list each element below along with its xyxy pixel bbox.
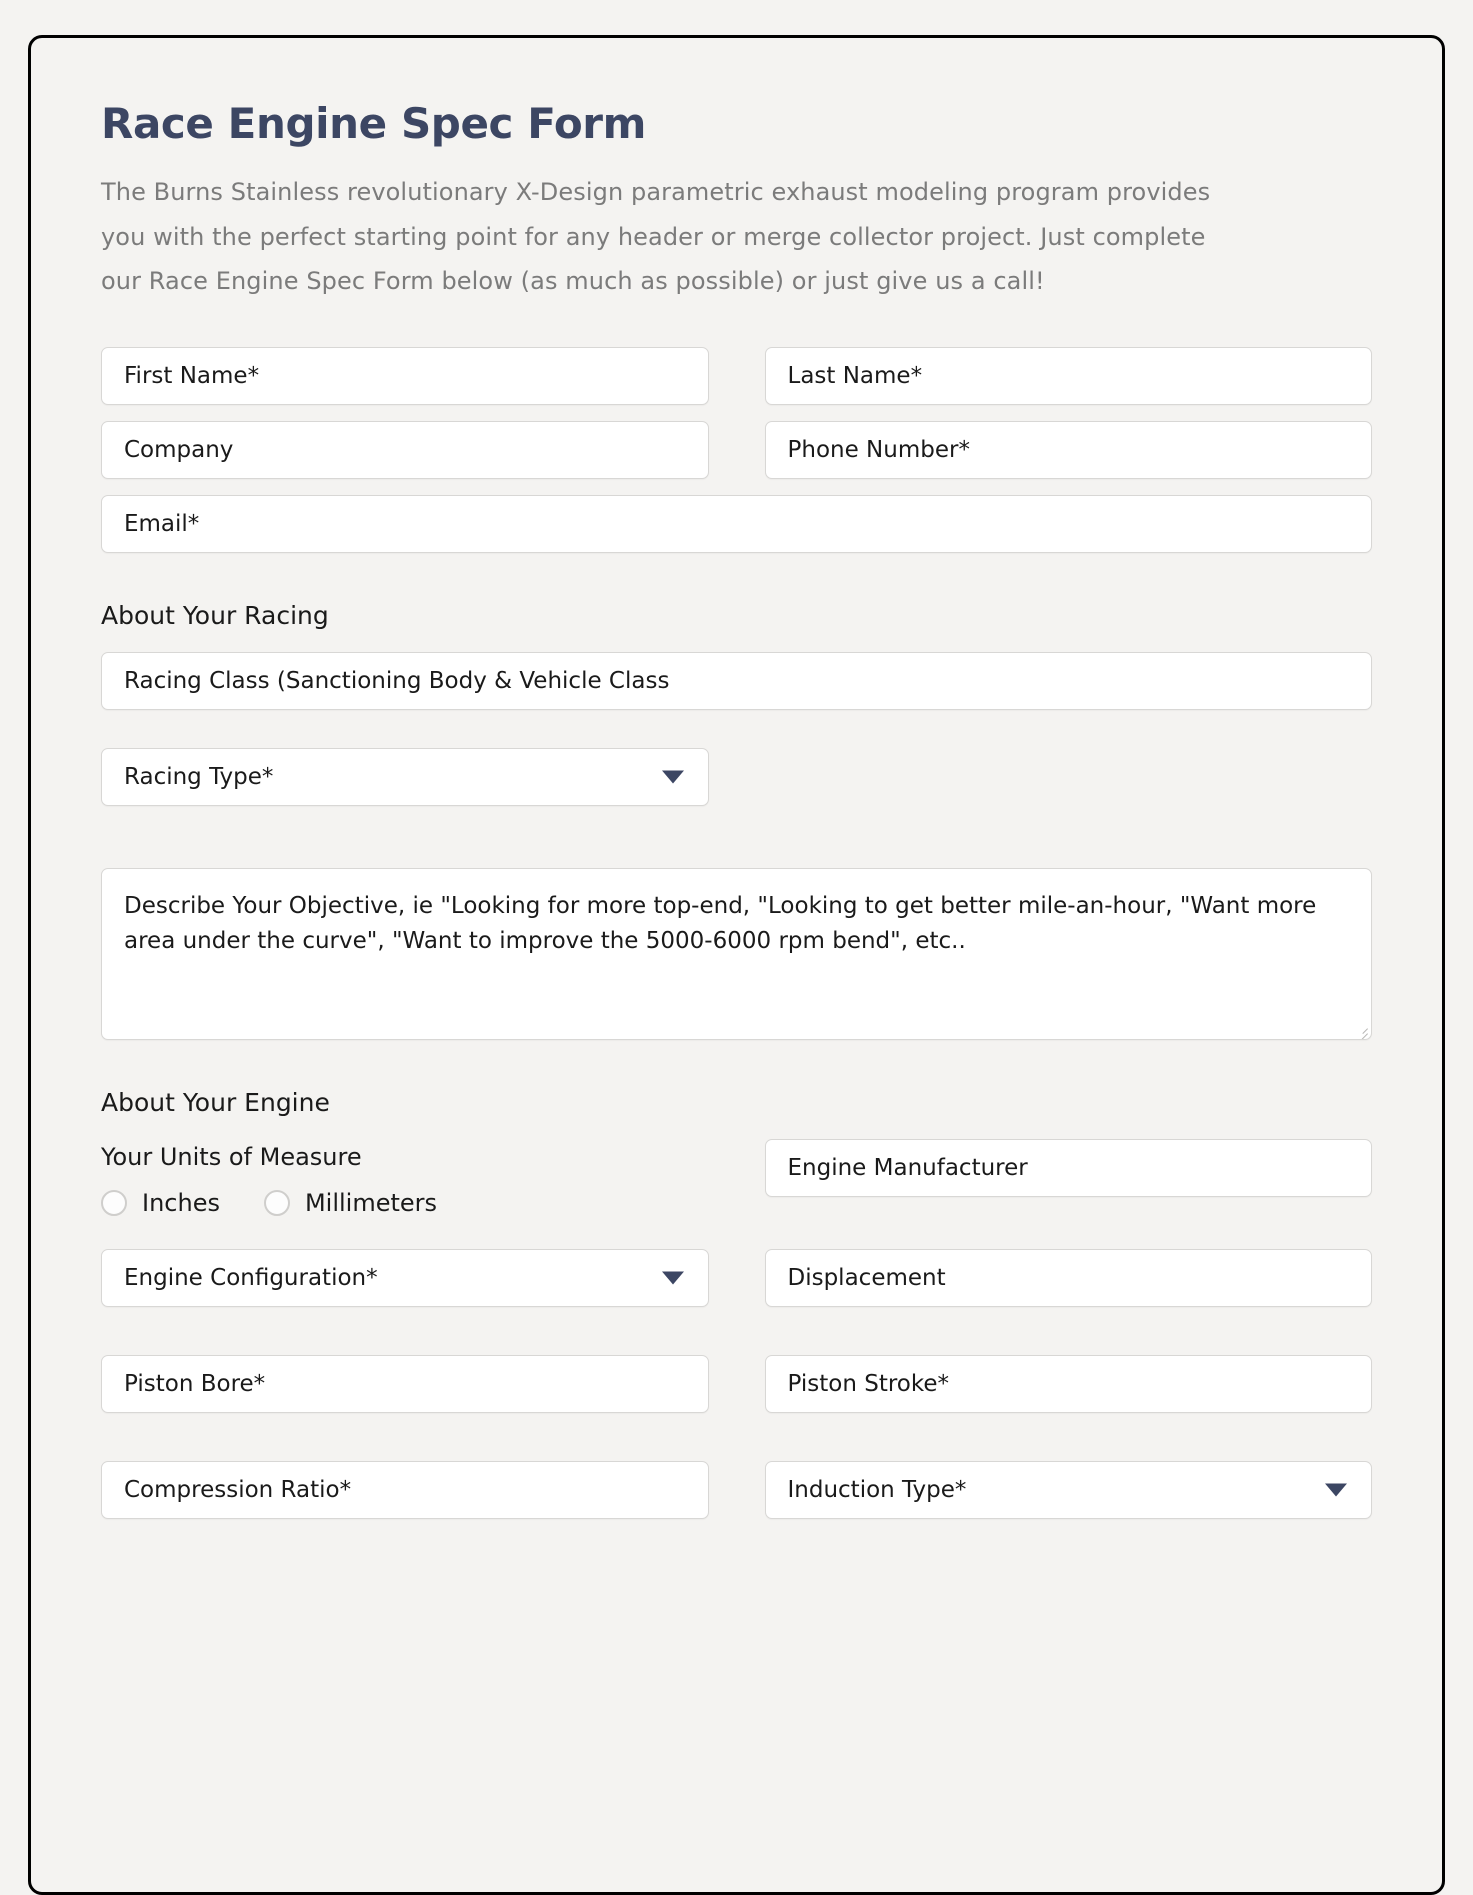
resize-handle-icon[interactable]	[1354, 1022, 1368, 1040]
radio-circle-icon[interactable]	[263, 1190, 290, 1217]
displacement-col: Displacement	[764, 1249, 1372, 1308]
racing-class-placeholder: Racing Class (Sanctioning Body & Vehicle…	[124, 668, 670, 695]
engine-configuration-select[interactable]: Engine Configuration*	[101, 1249, 709, 1308]
objective-col: Describe Your Objective, ie "Looking for…	[101, 868, 1372, 1041]
first-name-placeholder: First Name*	[124, 363, 260, 390]
radio-inches[interactable]: Inches	[101, 1189, 220, 1217]
form-page-frame: Race Engine Spec Form The Burns Stainles…	[28, 35, 1445, 1895]
piston-bore-placeholder: Piston Bore*	[124, 1371, 266, 1398]
engine-configuration-placeholder: Engine Configuration*	[124, 1265, 378, 1292]
engine-manufacturer-placeholder: Engine Manufacturer	[787, 1155, 1028, 1182]
racing-type-spacer-col	[765, 748, 1373, 806]
engine-configuration-col: Engine Configuration*	[101, 1249, 709, 1308]
radio-inches-label: Inches	[142, 1189, 220, 1218]
intro-paragraph: The Burns Stainless revolutionary X-Desi…	[101, 178, 1211, 296]
racing-type-col: Racing Type*	[101, 748, 709, 807]
email-placeholder: Email*	[124, 511, 200, 538]
chevron-down-icon	[661, 770, 684, 784]
chevron-down-icon	[661, 1271, 684, 1285]
piston-stroke-placeholder: Piston Stroke*	[787, 1371, 950, 1398]
racing-type-select[interactable]: Racing Type*	[101, 748, 709, 807]
piston-stroke-input[interactable]: Piston Stroke*	[764, 1355, 1372, 1414]
radio-circle-icon[interactable]	[101, 1190, 127, 1217]
company-placeholder: Company	[124, 437, 234, 464]
compression-ratio-placeholder: Compression Ratio*	[124, 1477, 352, 1504]
racing-class-col: Racing Class (Sanctioning Body & Vehicle…	[101, 652, 1372, 711]
phone-col: Phone Number*	[764, 421, 1372, 480]
radio-millimeters-label: Millimeters	[304, 1189, 438, 1218]
last-name-placeholder: Last Name*	[787, 363, 923, 390]
company-col: Company	[101, 421, 709, 480]
engine-manufacturer-input[interactable]: Engine Manufacturer	[764, 1139, 1372, 1198]
phone-number-placeholder: Phone Number*	[787, 437, 970, 464]
company-phone-row: Company Phone Number*	[101, 421, 1372, 480]
units-radio-group: Inches Millimeters	[101, 1189, 709, 1217]
racing-class-row: Racing Class (Sanctioning Body & Vehicle…	[101, 652, 1372, 711]
piston-stroke-col: Piston Stroke*	[764, 1355, 1372, 1414]
induction-type-select[interactable]: Induction Type*	[764, 1461, 1372, 1520]
first-name-input[interactable]: First Name*	[101, 347, 709, 406]
racing-class-input[interactable]: Racing Class (Sanctioning Body & Vehicle…	[101, 652, 1372, 711]
email-input[interactable]: Email*	[101, 495, 1372, 554]
units-of-measure-group: Your Units of Measure Inches Millimeters	[101, 1139, 709, 1217]
induction-type-placeholder: Induction Type*	[787, 1477, 967, 1504]
displacement-input[interactable]: Displacement	[764, 1249, 1372, 1308]
name-row: First Name* Last Name*	[101, 347, 1372, 406]
bore-stroke-row: Piston Bore* Piston Stroke*	[101, 1355, 1372, 1414]
chevron-down-icon	[1325, 1483, 1347, 1497]
induction-type-col: Induction Type*	[764, 1461, 1372, 1520]
email-col: Email*	[101, 495, 1372, 554]
compression-ratio-col: Compression Ratio*	[101, 1461, 709, 1520]
objective-row: Describe Your Objective, ie "Looking for…	[101, 868, 1372, 1041]
phone-number-input[interactable]: Phone Number*	[764, 421, 1372, 480]
racing-type-placeholder: Racing Type*	[124, 764, 274, 791]
units-of-measure-label: Your Units of Measure	[101, 1143, 362, 1172]
objective-textarea[interactable]: Describe Your Objective, ie "Looking for…	[101, 868, 1372, 1041]
email-row: Email*	[101, 495, 1372, 554]
engine-top-grid: Your Units of Measure Inches Millimeters…	[101, 1139, 1372, 1217]
last-name-col: Last Name*	[764, 347, 1372, 406]
compression-induction-row: Compression Ratio* Induction Type*	[101, 1461, 1372, 1520]
form-container: Race Engine Spec Form The Burns Stainles…	[31, 38, 1442, 1520]
last-name-input[interactable]: Last Name*	[764, 347, 1372, 406]
piston-bore-input[interactable]: Piston Bore*	[101, 1355, 709, 1414]
objective-placeholder: Describe Your Objective, ie "Looking for…	[124, 893, 1317, 954]
radio-millimeters[interactable]: Millimeters	[263, 1189, 438, 1218]
racing-type-row: Racing Type*	[101, 748, 1373, 807]
engine-manufacturer-col: Engine Manufacturer	[764, 1139, 1372, 1198]
config-displacement-row: Engine Configuration* Displacement	[101, 1249, 1372, 1308]
page-title: Race Engine Spec Form	[101, 99, 646, 148]
compression-ratio-input[interactable]: Compression Ratio*	[101, 1461, 709, 1520]
first-name-col: First Name*	[101, 347, 709, 406]
piston-bore-col: Piston Bore*	[101, 1355, 709, 1414]
displacement-placeholder: Displacement	[787, 1265, 946, 1292]
about-your-racing-heading: About Your Racing	[101, 601, 329, 631]
company-input[interactable]: Company	[101, 421, 709, 480]
about-your-engine-heading: About Your Engine	[101, 1088, 330, 1118]
